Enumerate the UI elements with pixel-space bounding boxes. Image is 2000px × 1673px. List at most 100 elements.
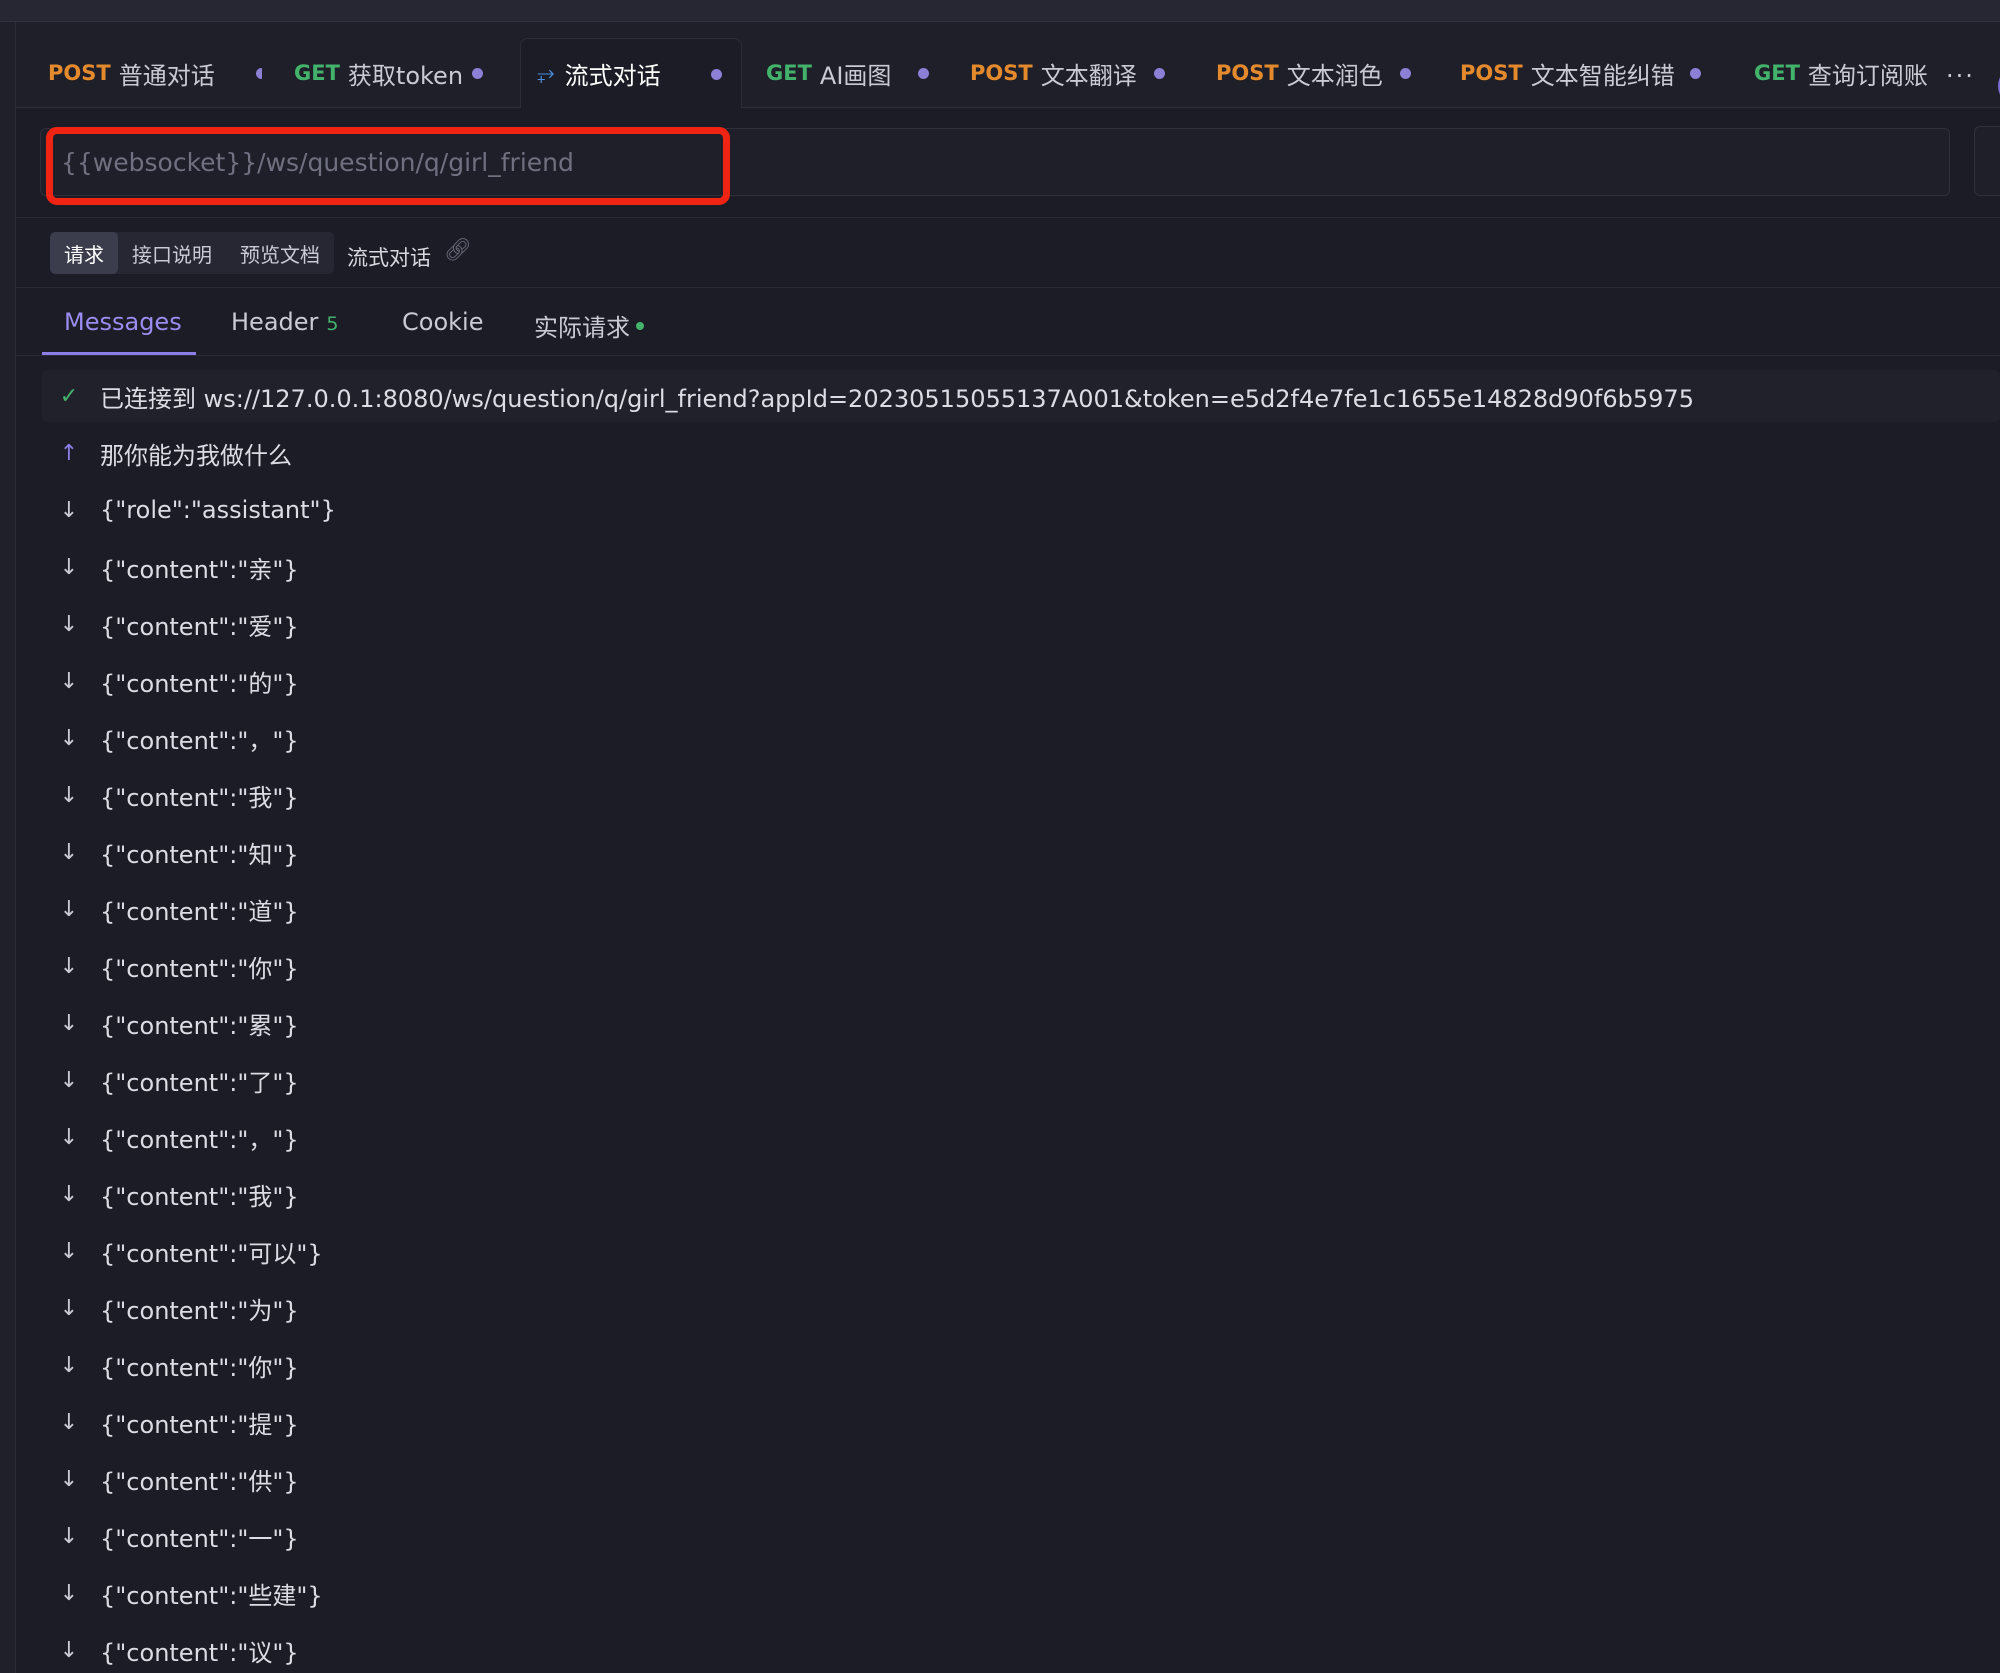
message-row[interactable]: ↓ {"content":"，"} xyxy=(42,712,2000,764)
disconnect-button[interactable]: 断 xyxy=(1974,126,2000,196)
view-segmented-control: 请求 接口说明 预览文档 xyxy=(50,232,334,274)
more-tabs-button[interactable]: ··· xyxy=(1946,62,1975,90)
received-arrow-down-icon: ↓ xyxy=(59,1010,79,1036)
message-row[interactable]: ↓ {"content":"知"} xyxy=(42,826,2000,878)
link-icon[interactable]: 🔗︎ xyxy=(444,238,472,263)
message-row[interactable]: ↓ {"content":"爱"} xyxy=(42,598,2000,650)
unsaved-dot-icon xyxy=(1400,68,1411,79)
message-text: {"content":"为"} xyxy=(100,1296,299,1325)
message-row[interactable]: ↓ {"content":"的"} xyxy=(42,655,2000,707)
message-row[interactable]: ↓ {"content":"供"} xyxy=(42,1453,2000,1505)
message-row[interactable]: ↓ {"content":"，"} xyxy=(42,1111,2000,1163)
message-row[interactable]: ↓ {"content":"提"} xyxy=(42,1396,2000,1448)
tab-post-correct[interactable]: POST 文本智能纠错 xyxy=(1444,38,1734,108)
tab-header[interactable]: Header 5 xyxy=(231,308,338,336)
sent-arrow-up-icon: ↑ xyxy=(59,440,79,466)
message-text: {"content":"你"} xyxy=(100,954,299,983)
received-arrow-down-icon: ↓ xyxy=(59,1295,79,1321)
message-text: {"content":"议"} xyxy=(100,1638,299,1667)
message-row[interactable]: ↓ {"content":"一"} xyxy=(42,1510,2000,1562)
received-arrow-down-icon: ↓ xyxy=(59,782,79,808)
tab-get-ai-draw[interactable]: GET AI画图 xyxy=(750,38,946,108)
tab-label: 流式对话 xyxy=(564,62,661,90)
segment-api-doc[interactable]: 接口说明 xyxy=(118,232,226,274)
message-row[interactable]: ↓ {"content":"你"} xyxy=(42,940,2000,992)
received-arrow-down-icon: ↓ xyxy=(59,839,79,865)
received-arrow-down-icon: ↓ xyxy=(59,668,79,694)
tab-post-polish[interactable]: POST 文本润色 xyxy=(1200,38,1440,108)
message-row[interactable]: ↓ {"content":"我"} xyxy=(42,769,2000,821)
message-text: {"content":"累"} xyxy=(100,1011,299,1040)
connected-check-icon: ✓ xyxy=(59,383,79,409)
tab-post-translate[interactable]: POST 文本翻译 xyxy=(954,38,1194,108)
tab-label: 普通对话 xyxy=(118,61,215,90)
message-row[interactable]: ↓ {"content":"些建"} xyxy=(42,1567,2000,1619)
received-arrow-down-icon: ↓ xyxy=(59,1124,79,1150)
message-text: {"content":"我"} xyxy=(100,1182,299,1211)
unsaved-dot-icon xyxy=(256,68,262,79)
segment-preview-doc[interactable]: 预览文档 xyxy=(226,232,334,274)
tab-label: 文本润色 xyxy=(1286,61,1383,90)
method-badge: POST xyxy=(970,61,1033,85)
message-text: {"role":"assistant"} xyxy=(100,496,336,524)
tab-label: 文本翻译 xyxy=(1040,61,1137,90)
message-row[interactable]: ↓ {"content":"了"} xyxy=(42,1054,2000,1106)
received-arrow-down-icon: ↓ xyxy=(59,1352,79,1378)
received-arrow-down-icon: ↓ xyxy=(59,1637,79,1663)
tab-messages[interactable]: Messages xyxy=(64,308,182,336)
received-arrow-down-icon: ↓ xyxy=(59,1523,79,1549)
header-count-badge: 5 xyxy=(326,313,339,335)
received-arrow-down-icon: ↓ xyxy=(59,1580,79,1606)
message-text: {"content":"爱"} xyxy=(100,612,299,641)
tab-actual-request-label: 实际请求 xyxy=(534,314,630,342)
message-text: {"content":"道"} xyxy=(100,897,299,926)
message-tabs: Messages Header 5 Cookie 实际请求 xyxy=(16,288,2000,356)
message-row[interactable]: ↓ {"content":"议"} xyxy=(42,1624,2000,1673)
segment-request[interactable]: 请求 xyxy=(50,232,118,274)
api-name: 流式对话 xyxy=(347,246,431,270)
websocket-icon: ⥅ xyxy=(537,61,555,86)
tab-post-chat[interactable]: POST 普通对话 xyxy=(32,38,262,108)
message-text: {"content":"供"} xyxy=(100,1467,299,1496)
tab-cookie[interactable]: Cookie xyxy=(402,308,483,336)
message-row[interactable]: ✓ 已连接到 ws://127.0.0.1:8080/ws/question/q/… xyxy=(42,370,2000,422)
tab-actual-request[interactable]: 实际请求 xyxy=(534,308,644,343)
message-text: {"content":"知"} xyxy=(100,840,299,869)
active-tab-indicator xyxy=(42,352,196,355)
message-row[interactable]: ↓ {"content":"为"} xyxy=(42,1282,2000,1334)
message-text: {"content":"提"} xyxy=(100,1410,299,1439)
unsaved-dot-icon xyxy=(711,69,722,80)
message-row[interactable]: ↓ {"role":"assistant"} xyxy=(42,484,2000,536)
tab-stream-chat[interactable]: ⥅ 流式对话 xyxy=(520,38,742,108)
method-badge: POST xyxy=(48,61,111,85)
message-text: {"content":"，"} xyxy=(100,1125,299,1154)
tab-label: AI画图 xyxy=(819,61,892,90)
url-row: 断 xyxy=(16,108,2000,218)
received-arrow-down-icon: ↓ xyxy=(59,1181,79,1207)
message-row[interactable]: ↓ {"content":"累"} xyxy=(42,997,2000,1049)
message-text: {"content":"了"} xyxy=(100,1068,299,1097)
message-text: {"content":"些建"} xyxy=(100,1581,323,1610)
received-arrow-down-icon: ↓ xyxy=(59,611,79,637)
tab-get-subscription[interactable]: GET 查询订阅账 xyxy=(1738,38,1934,108)
received-arrow-down-icon: ↓ xyxy=(59,1466,79,1492)
received-arrow-down-icon: ↓ xyxy=(59,1409,79,1435)
message-row[interactable]: ↓ {"content":"我"} xyxy=(42,1168,2000,1220)
tab-label: 查询订阅账 xyxy=(1807,61,1928,90)
url-input[interactable] xyxy=(61,147,1461,177)
method-badge: POST xyxy=(1460,61,1523,85)
received-arrow-down-icon: ↓ xyxy=(59,554,79,580)
message-row[interactable]: ↑ 那你能为我做什么 xyxy=(42,427,2000,479)
method-badge: GET xyxy=(1754,61,1800,85)
message-list: ✓ 已连接到 ws://127.0.0.1:8080/ws/question/q/… xyxy=(16,370,2000,1673)
request-tab-bar: POST 普通对话 GET 获取token ⥅ 流式对话 GET AI画图 PO… xyxy=(16,22,2000,108)
message-row[interactable]: ↓ {"content":"道"} xyxy=(42,883,2000,935)
message-text: {"content":"一"} xyxy=(100,1524,299,1553)
tab-get-token[interactable]: GET 获取token xyxy=(278,38,498,108)
received-arrow-down-icon: ↓ xyxy=(59,725,79,751)
url-field-container[interactable] xyxy=(40,128,1950,196)
message-row[interactable]: ↓ {"content":"可以"} xyxy=(42,1225,2000,1277)
message-row[interactable]: ↓ {"content":"亲"} xyxy=(42,541,2000,593)
message-row[interactable]: ↓ {"content":"你"} xyxy=(42,1339,2000,1391)
tab-header-label: Header xyxy=(231,308,319,336)
